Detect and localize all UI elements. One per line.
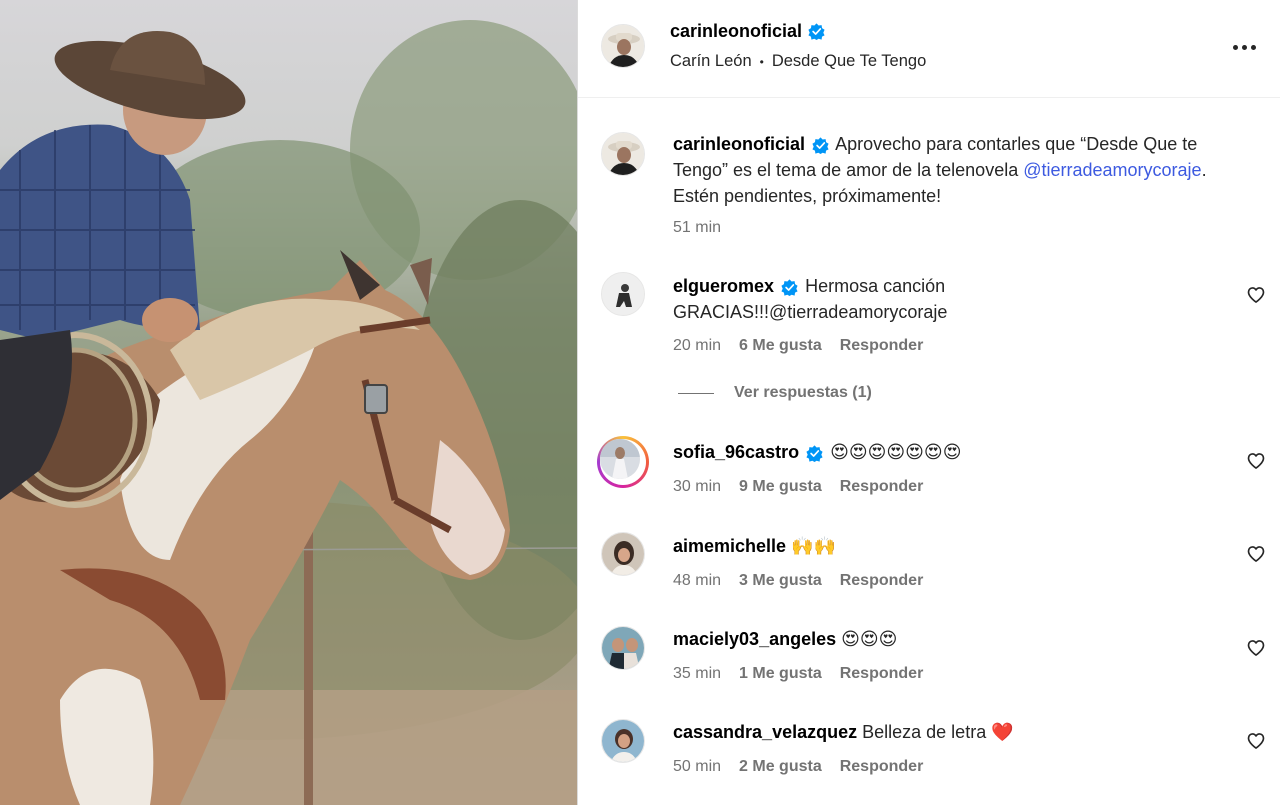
caption-username[interactable]: carinleonoficial <box>673 134 805 154</box>
comment-username[interactable]: sofia_96castro <box>673 442 799 462</box>
caption-text: carinleonoficial Aprovecho para contarle… <box>673 131 1240 209</box>
comment-avatar[interactable] <box>600 439 640 479</box>
comment-meta: 20 min 6 Me gusta Responder <box>673 337 923 355</box>
comment-body: 😍😍😍 <box>841 629 898 649</box>
replies-line <box>678 392 714 394</box>
comment-meta: 50 min 2 Me gusta Responder <box>673 758 923 776</box>
comment-avatar[interactable] <box>601 719 645 763</box>
reply-button[interactable]: Responder <box>840 337 924 355</box>
comment-time[interactable]: 20 min <box>673 337 721 355</box>
heart-icon[interactable] <box>1246 544 1266 564</box>
heart-icon[interactable] <box>1246 285 1266 305</box>
comment-avatar[interactable] <box>601 626 645 670</box>
post-media[interactable] <box>0 0 577 805</box>
comment-time[interactable]: 48 min <box>673 572 721 590</box>
caption-mention-link[interactable]: @tierradeamorycoraje <box>1023 160 1201 180</box>
author-username[interactable]: carinleonoficial <box>670 21 802 42</box>
comment-text: sofia_96castro 😍😍😍😍😍😍😍 <box>673 439 1220 465</box>
comment-avatar[interactable] <box>601 272 645 316</box>
reply-button[interactable]: Responder <box>840 478 924 496</box>
comment-username[interactable]: cassandra_velazquez <box>673 722 857 742</box>
post-image-horse-rider <box>0 20 577 805</box>
heart-icon[interactable] <box>1246 638 1266 658</box>
author-username-row: carinleonoficial <box>670 21 825 42</box>
reply-button[interactable]: Responder <box>840 758 924 776</box>
comment-text: cassandra_velazquez Belleza de letra ❤️ <box>673 719 1220 745</box>
comment-body: Belleza de letra ❤️ <box>862 722 1014 742</box>
caption-time[interactable]: 51 min <box>673 219 721 237</box>
song-title[interactable]: Desde Que Te Tengo <box>772 52 926 71</box>
verified-badge-icon <box>812 137 829 154</box>
comment-meta: 48 min 3 Me gusta Responder <box>673 572 923 590</box>
caption-avatar[interactable] <box>601 132 645 176</box>
audio-info[interactable]: Carín León • Desde Que Te Tengo <box>670 52 926 71</box>
comment-likes[interactable]: 3 Me gusta <box>739 572 822 590</box>
verified-badge-icon <box>781 279 798 296</box>
reply-button[interactable]: Responder <box>840 572 924 590</box>
comment-time[interactable]: 30 min <box>673 478 721 496</box>
post-detail-panel: carinleonoficial Carín León • Desde Que … <box>578 0 1280 805</box>
heart-icon[interactable] <box>1246 451 1266 471</box>
view-replies-label[interactable]: Ver respuestas (1) <box>734 384 872 402</box>
comment-likes[interactable]: 2 Me gusta <box>739 758 822 776</box>
separator-dot: • <box>759 54 764 69</box>
story-ring[interactable] <box>597 436 649 488</box>
comment-body: 🙌🙌 <box>791 536 836 556</box>
caption-meta: 51 min <box>673 219 721 237</box>
heart-icon[interactable] <box>1246 731 1266 751</box>
comment-text: aimemichelle 🙌🙌 <box>673 533 1220 559</box>
view-replies-button[interactable]: Ver respuestas (1) <box>678 384 872 402</box>
comment-meta: 35 min 1 Me gusta Responder <box>673 665 923 683</box>
comment-likes[interactable]: 9 Me gusta <box>739 478 822 496</box>
comment-text: elgueromex Hermosa canción GRACIAS!!!@ti… <box>673 273 1220 325</box>
comment-likes[interactable]: 1 Me gusta <box>739 665 822 683</box>
artist-name[interactable]: Carín León <box>670 52 752 71</box>
comment-likes[interactable]: 6 Me gusta <box>739 337 822 355</box>
verified-badge-icon <box>808 23 825 40</box>
comment-avatar[interactable] <box>601 532 645 576</box>
comment-time[interactable]: 35 min <box>673 665 721 683</box>
comment-username[interactable]: aimemichelle <box>673 536 786 556</box>
verified-badge-icon <box>806 445 823 462</box>
comment-username[interactable]: elgueromex <box>673 276 774 296</box>
comment-body: 😍😍😍😍😍😍😍 <box>830 442 962 462</box>
author-avatar[interactable] <box>601 24 645 68</box>
reply-button[interactable]: Responder <box>840 665 924 683</box>
more-options-icon[interactable] <box>1230 33 1258 61</box>
comment-username[interactable]: maciely03_angeles <box>673 629 836 649</box>
comment-text: maciely03_angeles 😍😍😍 <box>673 626 1220 652</box>
comment-time[interactable]: 50 min <box>673 758 721 776</box>
post-header: carinleonoficial Carín León • Desde Que … <box>578 0 1280 98</box>
comment-meta: 30 min 9 Me gusta Responder <box>673 478 923 496</box>
